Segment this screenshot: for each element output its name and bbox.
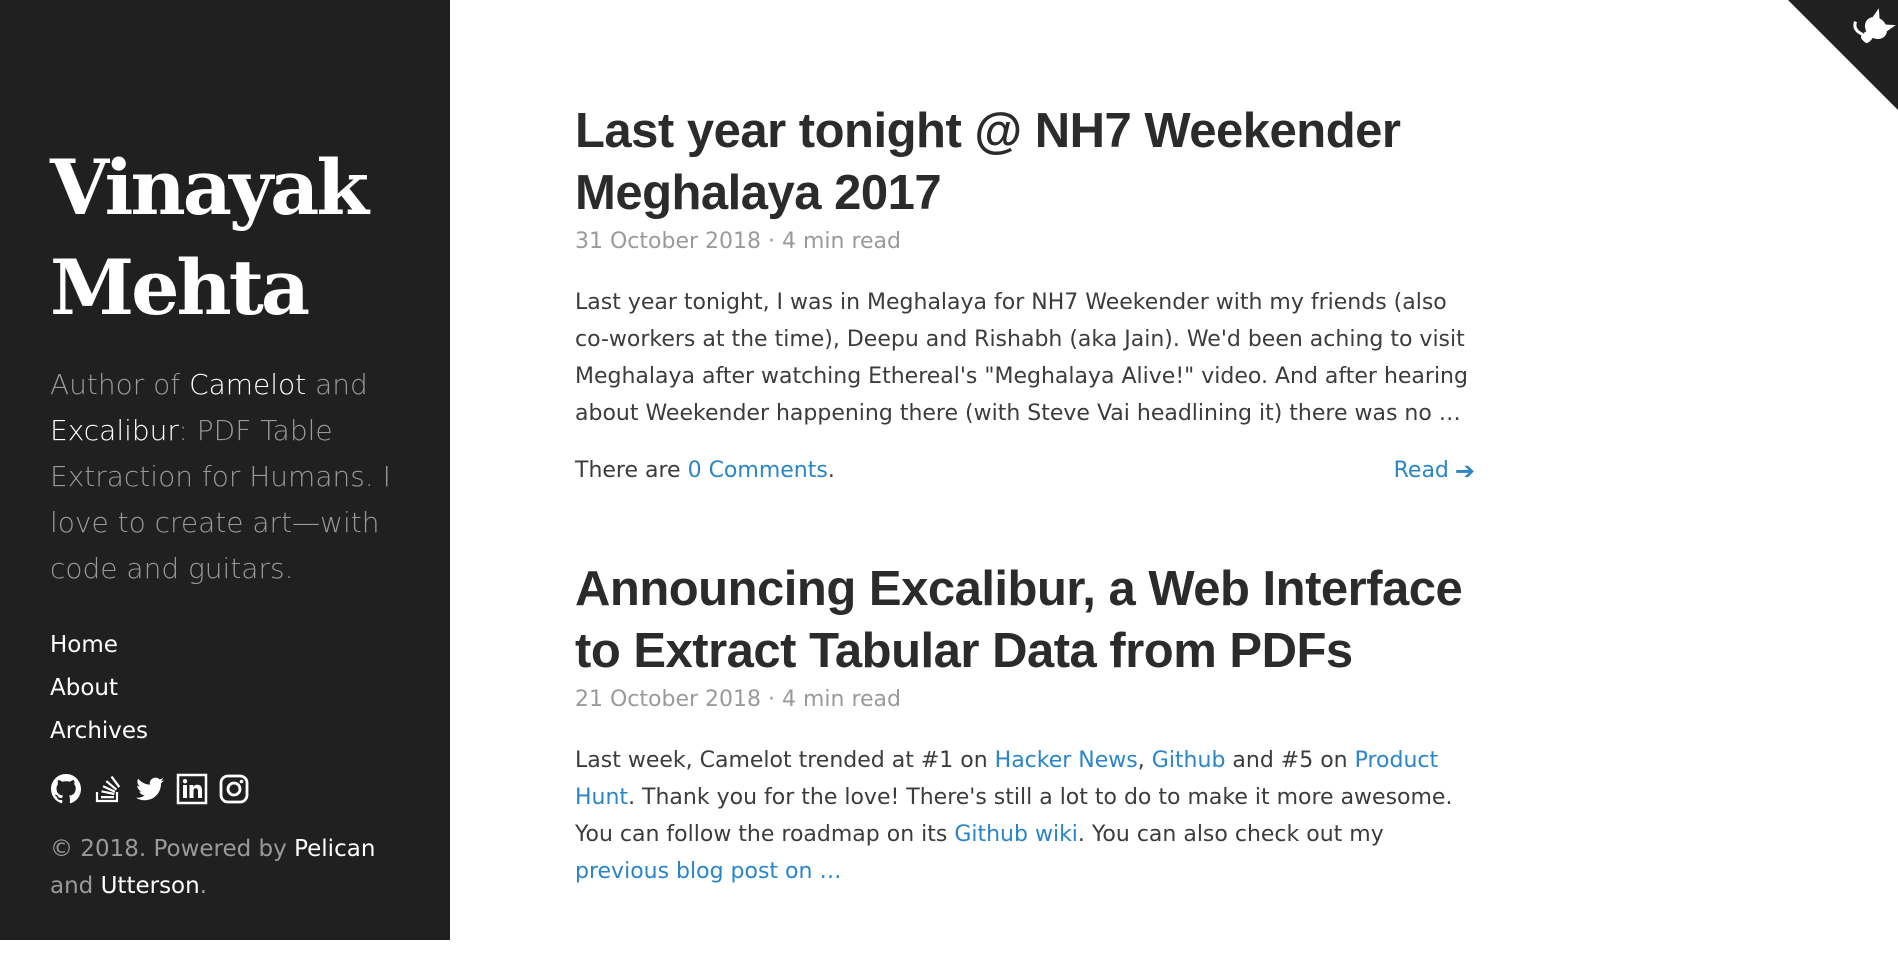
post-footer: There are 0 Comments. Read ➔ [575,454,1475,488]
tagline: Author of Camelot and Excalibur: PDF Tab… [50,362,410,592]
post-nh7: Last year tonight @ NH7 Weekender Meghal… [575,100,1475,488]
read-label: Read [1393,458,1449,483]
arrow-right-icon: ➔ [1454,457,1475,485]
comments-text: There are 0 Comments. [575,454,835,488]
post-title[interactable]: Announcing Excalibur, a Web Interface to… [575,558,1475,682]
excerpt-text: , [1137,748,1152,773]
sidebar-footer: © 2018. Powered by Pelican and Utterson. [50,831,410,905]
previous-post-link[interactable]: previous blog post on … [575,859,841,884]
post-excalibur: Announcing Excalibur, a Web Interface to… [575,558,1475,890]
linkedin-icon[interactable] [176,773,208,805]
excalibur-link[interactable]: Excalibur [50,414,178,447]
nav-archives[interactable]: Archives [50,710,410,753]
site-title-line2[interactable]: Mehta [50,243,310,332]
utterson-link[interactable]: Utterson [101,873,200,899]
github-wiki-link[interactable]: Github wiki [954,822,1078,847]
sidebar-nav: Home About Archives [50,624,410,753]
site-title-line1[interactable]: Vinayak [50,143,369,232]
github-corner-icon[interactable] [1788,0,1898,110]
excerpt-text: Last week, Camelot trended at #1 on [575,748,995,773]
footer-text-3: . [199,873,208,899]
github-link[interactable]: Github [1152,748,1226,773]
footer-text-2: and [50,873,101,899]
post-meta: 31 October 2018 · 4 min read [575,229,902,254]
read-link[interactable]: Read ➔ [1394,454,1475,488]
social-links [50,773,410,805]
nav-home[interactable]: Home [50,624,410,667]
tagline-text-1: Author of [50,368,190,401]
footer-text-1: © 2018. Powered by [50,836,295,862]
comments-link[interactable]: 0 Comments [688,458,828,483]
github-icon[interactable] [50,773,82,805]
comments-prefix: There are [575,458,688,483]
tagline-text-2: and [306,368,368,401]
site-title[interactable]: Vinayak Mehta [50,138,410,338]
pelican-link[interactable]: Pelican [294,836,375,862]
hacker-news-link[interactable]: Hacker News [995,748,1138,773]
instagram-icon[interactable] [218,773,250,805]
post-excerpt: Last week, Camelot trended at #1 on Hack… [575,742,1475,890]
post-excerpt: Last year tonight, I was in Meghalaya fo… [575,290,1468,426]
nav-about[interactable]: About [50,667,410,710]
stackoverflow-icon[interactable] [92,773,124,805]
comments-suffix: . [827,458,835,483]
excerpt-text: and #5 on [1225,748,1355,773]
main-content: Last year tonight @ NH7 Weekender Meghal… [575,100,1475,960]
excerpt-text: . You can also check out my [1077,822,1384,847]
camelot-link[interactable]: Camelot [189,368,306,401]
post-meta: 21 October 2018 · 4 min read [575,687,902,712]
twitter-icon[interactable] [134,773,166,805]
post-title[interactable]: Last year tonight @ NH7 Weekender Meghal… [575,100,1475,224]
sidebar: Vinayak Mehta Author of Camelot and Exca… [0,0,450,940]
